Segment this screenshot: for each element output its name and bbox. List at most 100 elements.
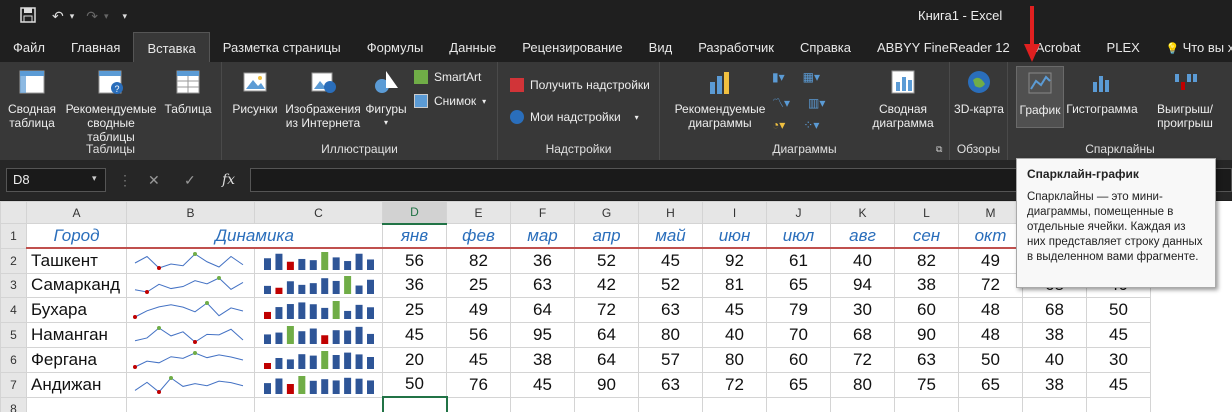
tab-0[interactable]: Файл (0, 32, 58, 62)
active-cell[interactable] (381, 396, 448, 412)
cell-value[interactable]: 30 (830, 297, 895, 324)
pictures-button[interactable]: Рисунки (228, 68, 282, 116)
row-header[interactable]: 7 (0, 371, 27, 398)
cell-value[interactable]: 56 (446, 322, 511, 348)
cell[interactable] (510, 396, 575, 412)
cell[interactable] (830, 396, 895, 412)
save-icon[interactable] (20, 6, 36, 26)
pie-chart-icon[interactable]: ◔▾ (772, 118, 785, 132)
cell-value[interactable]: 38 (510, 346, 575, 373)
cell-header-month[interactable]: май (638, 223, 703, 250)
cell[interactable] (894, 396, 959, 412)
scatter-chart-icon[interactable]: ⁘▾ (803, 118, 819, 132)
cell-value[interactable]: 52 (574, 247, 639, 274)
cell-value[interactable]: 45 (446, 346, 511, 373)
cell-city[interactable]: Самарканд (26, 272, 127, 299)
cell-city[interactable]: Фергана (26, 346, 127, 373)
undo-icon[interactable]: ↶ (52, 8, 64, 25)
name-box[interactable]: D8 (6, 168, 106, 192)
cell[interactable] (766, 396, 831, 412)
hierarchy-chart-icon[interactable]: ▦▾ (803, 70, 820, 84)
get-addins-button[interactable]: Получить надстройки (510, 78, 650, 92)
pivot-table-button[interactable]: Сводная таблица (6, 68, 58, 130)
cell-header-month[interactable]: фев (446, 223, 511, 250)
row-header[interactable]: 1 (0, 223, 27, 249)
cell-value[interactable]: 79 (766, 297, 831, 324)
tab-3[interactable]: Разметка страницы (210, 32, 354, 62)
cell[interactable] (26, 396, 127, 412)
select-all-corner[interactable] (0, 201, 27, 224)
pivot-chart-button[interactable]: Сводная диаграмма (860, 68, 946, 130)
cell-value[interactable]: 30 (1086, 346, 1151, 373)
undo-dropdown-icon[interactable]: ▾ (70, 11, 75, 22)
cell-value[interactable]: 90 (894, 322, 959, 348)
cell-value[interactable]: 45 (638, 247, 703, 274)
cell-value[interactable]: 48 (958, 297, 1023, 324)
tab-13[interactable]: 💡 Что вы хотите сдела (1153, 32, 1232, 62)
tab-12[interactable]: PLEX (1094, 32, 1153, 62)
sparkline-winloss-button[interactable]: Выигрыш/ проигрыш (1142, 68, 1228, 130)
cell-city[interactable]: Андижан (26, 371, 127, 398)
cell-value[interactable]: 25 (382, 297, 447, 324)
cell-value[interactable]: 45 (702, 297, 767, 324)
cell-value[interactable]: 63 (638, 371, 703, 398)
cell-header-month[interactable]: окт (958, 223, 1023, 250)
row-header[interactable]: 2 (0, 247, 27, 274)
cell-city[interactable]: Бухара (26, 297, 127, 324)
cell-header-month[interactable]: апр (574, 223, 639, 250)
cell-city[interactable]: Наманган (26, 322, 127, 348)
cell-value[interactable]: 82 (446, 247, 511, 274)
cell-header-month[interactable]: янв (382, 223, 447, 250)
cell-value[interactable]: 40 (702, 322, 767, 348)
cell-value[interactable]: 95 (510, 322, 575, 348)
cell[interactable] (702, 396, 767, 412)
cell[interactable] (958, 396, 1023, 412)
cell-value[interactable]: 75 (894, 371, 959, 398)
column-header-J[interactable]: J (766, 201, 831, 224)
cell-value[interactable]: 81 (702, 272, 767, 299)
cell[interactable] (254, 396, 383, 412)
column-header-H[interactable]: H (638, 201, 703, 224)
column-header-C[interactable]: C (254, 201, 383, 224)
cell-value[interactable]: 68 (1022, 297, 1087, 324)
cell-line-sparkline[interactable] (126, 322, 255, 348)
cell-value[interactable]: 80 (638, 322, 703, 348)
my-addins-button[interactable]: Мои надстройки ▾ (510, 110, 639, 124)
cell-value[interactable]: 60 (894, 297, 959, 324)
cell-value[interactable]: 49 (446, 297, 511, 324)
cell-value[interactable]: 64 (574, 322, 639, 348)
cell-column-sparkline[interactable] (254, 322, 383, 348)
cell[interactable] (638, 396, 703, 412)
cell-value[interactable]: 63 (638, 297, 703, 324)
cell-value[interactable]: 45 (382, 322, 447, 348)
cell[interactable] (126, 396, 255, 412)
cell-header-dynamics[interactable]: Динамика (126, 223, 383, 250)
cell-value[interactable]: 64 (510, 297, 575, 324)
tab-4[interactable]: Формулы (354, 32, 437, 62)
cell-value[interactable]: 76 (446, 371, 511, 398)
cell-line-sparkline[interactable] (126, 346, 255, 373)
cell-value[interactable]: 94 (830, 272, 895, 299)
cell-value[interactable]: 63 (510, 272, 575, 299)
cell-column-sparkline[interactable] (254, 297, 383, 324)
cell-value[interactable]: 65 (766, 272, 831, 299)
tab-7[interactable]: Вид (636, 32, 686, 62)
online-pictures-button[interactable]: Изображения из Интернета (282, 68, 364, 130)
column-header-A[interactable]: A (26, 201, 127, 224)
cell-header-month[interactable]: авг (830, 223, 895, 250)
cell-value[interactable]: 49 (958, 247, 1023, 274)
column-header-G[interactable]: G (574, 201, 639, 224)
cell-value[interactable]: 50 (1086, 297, 1151, 324)
table-button[interactable]: Таблица (162, 68, 214, 116)
column-header-I[interactable]: I (702, 201, 767, 224)
column-header-M[interactable]: M (958, 201, 1023, 224)
3d-map-button[interactable]: 3D-карта (954, 68, 1004, 116)
cell-value[interactable]: 52 (638, 272, 703, 299)
cell-header-month[interactable]: июл (766, 223, 831, 250)
cell-header-month[interactable]: сен (894, 223, 959, 250)
cell-line-sparkline[interactable] (126, 272, 255, 299)
cell-line-sparkline[interactable] (126, 247, 255, 274)
cell-value[interactable]: 80 (830, 371, 895, 398)
cell-value[interactable]: 70 (766, 322, 831, 348)
sparkline-line-button[interactable]: График (1016, 66, 1064, 128)
